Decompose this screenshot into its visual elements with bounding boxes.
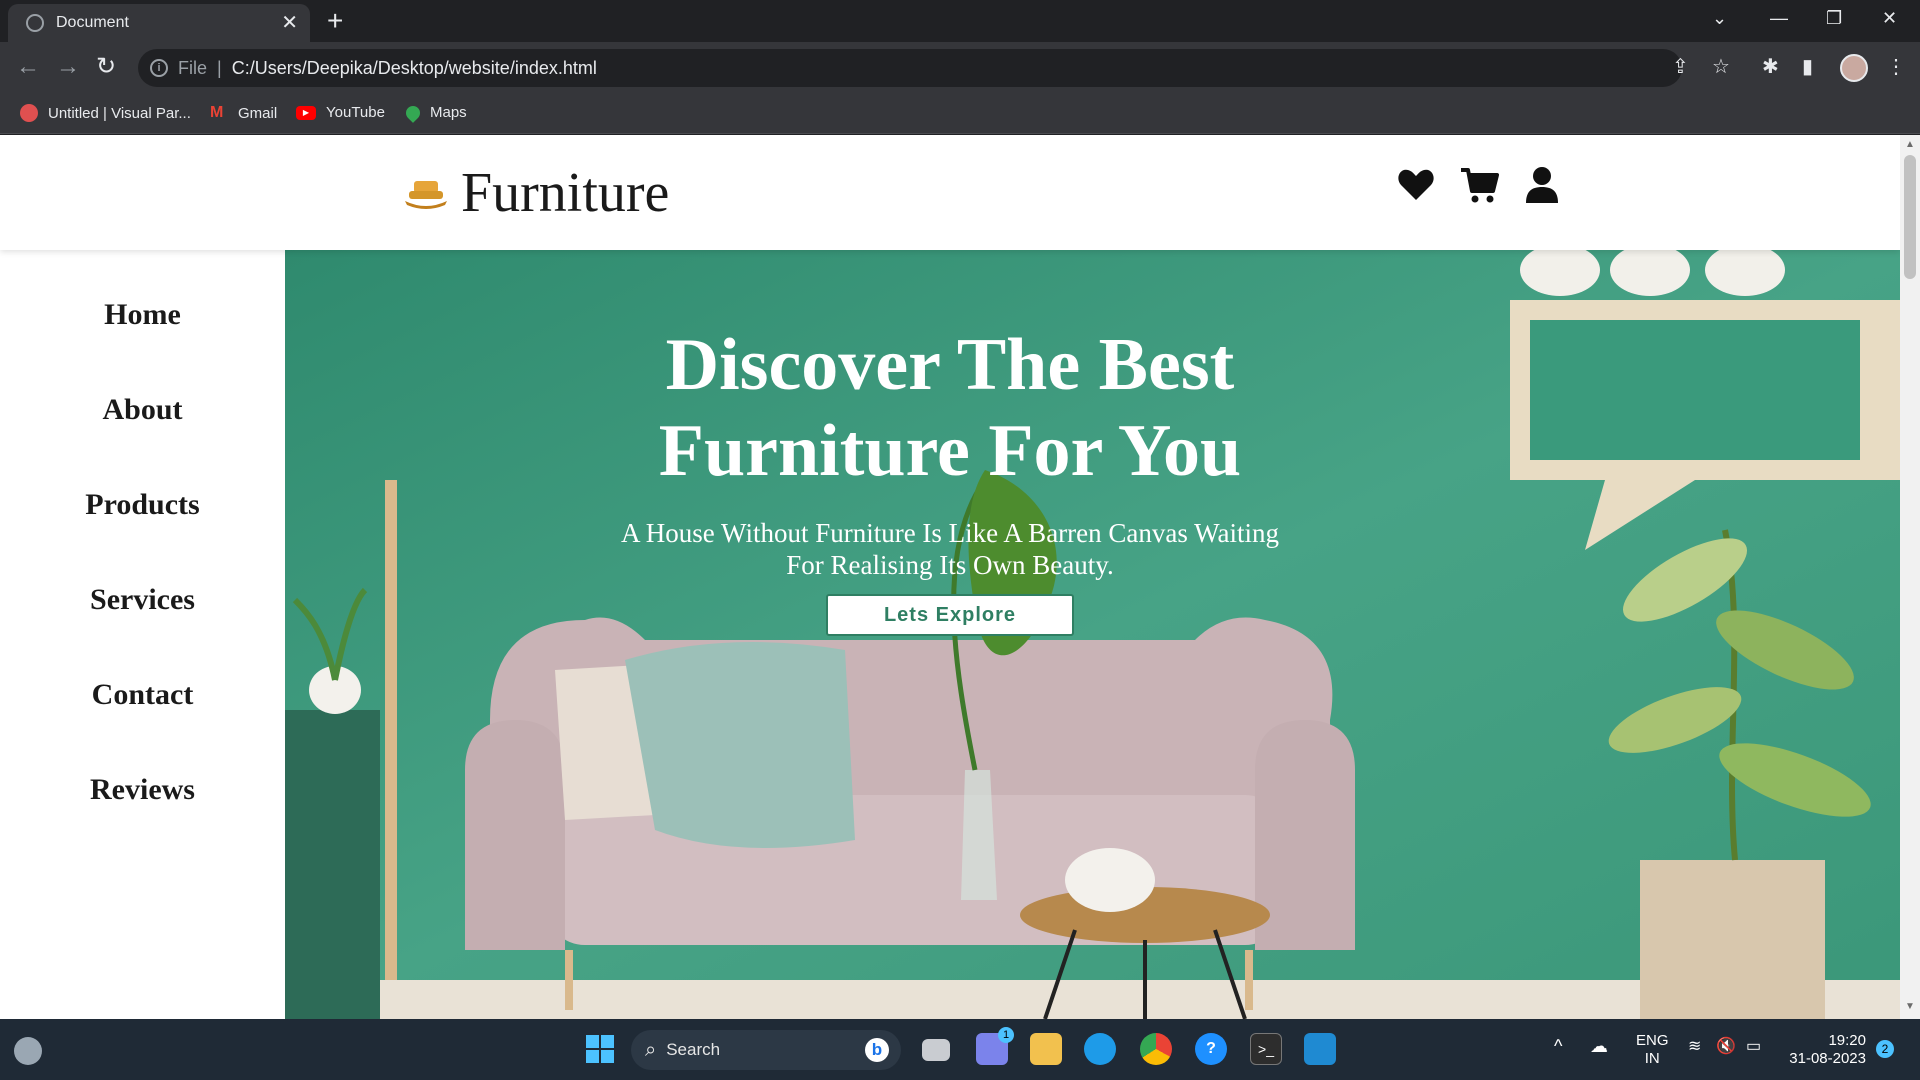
nav-products[interactable]: Products — [0, 488, 285, 522]
nav-home[interactable]: Home — [0, 298, 285, 332]
terminal-icon[interactable]: >_ — [1250, 1033, 1282, 1065]
bookmark-visual-paradigm[interactable]: Untitled | Visual Par... — [20, 104, 191, 122]
user-icon[interactable] — [1522, 165, 1562, 205]
lets-explore-button[interactable]: Lets Explore — [826, 594, 1074, 636]
clock-time: 19:20 — [1828, 1032, 1866, 1049]
cart-icon[interactable] — [1460, 165, 1500, 205]
tab-strip: Document ✕ + ⌄ — ❐ ✕ — [0, 0, 1920, 42]
clock-date: 31-08-2023 — [1789, 1050, 1866, 1067]
side-navigation: Home About Products Services Contact Rev… — [0, 250, 285, 1019]
close-window-button[interactable]: ✕ — [1882, 8, 1897, 29]
bookmark-maps[interactable]: Maps — [403, 102, 467, 123]
battery-icon[interactable]: ▭ — [1746, 1038, 1761, 1056]
teams-badge: 1 — [998, 1027, 1014, 1043]
new-tab-button[interactable]: + — [327, 6, 343, 36]
browser-toolbar: ← → ↻ i File | C:/Users/Deepika/Desktop/… — [0, 42, 1920, 94]
get-help-icon[interactable]: ? — [1195, 1033, 1227, 1065]
tab-search-icon[interactable]: ⌄ — [1712, 8, 1727, 29]
address-separator: | — [217, 57, 222, 78]
show-hidden-icons-icon[interactable]: ^ — [1554, 1037, 1562, 1055]
wifi-icon[interactable]: ≋ — [1688, 1038, 1701, 1056]
volume-muted-icon[interactable]: 🔇 — [1716, 1038, 1736, 1056]
language-line-2: IN — [1644, 1050, 1660, 1067]
task-view-icon[interactable] — [922, 1039, 950, 1061]
hero-title-line-1: Discover The Best — [665, 324, 1235, 406]
address-url[interactable]: C:/Users/Deepika/Desktop/website/index.h… — [232, 58, 597, 79]
chrome-icon[interactable] — [1140, 1033, 1172, 1065]
logo-text: Furniture — [461, 162, 670, 224]
site-logo[interactable]: Furniture — [405, 161, 669, 225]
browser-tab[interactable]: Document ✕ — [8, 4, 310, 42]
clock[interactable]: 19:20 31-08-2023 — [1786, 1032, 1866, 1068]
edge-icon[interactable] — [1084, 1033, 1116, 1065]
nav-reviews[interactable]: Reviews — [0, 773, 285, 807]
forward-icon[interactable]: → — [56, 50, 80, 84]
bookmark-youtube[interactable]: ▶ YouTube — [296, 104, 385, 121]
notification-badge[interactable]: 2 — [1876, 1040, 1894, 1058]
sofa-logo-icon — [405, 181, 447, 209]
site-info-icon[interactable]: i — [150, 59, 168, 77]
globe-icon — [26, 14, 44, 32]
tab-title: Document — [56, 14, 129, 31]
hero-subtitle-line-2: For Realising Its Own Beauty. — [786, 550, 1114, 580]
gmail-icon: M — [210, 104, 224, 121]
vscode-icon[interactable] — [1304, 1033, 1336, 1065]
youtube-icon: ▶ — [296, 105, 316, 120]
hero-section: Discover The Best Furniture For You A Ho… — [285, 250, 1900, 1019]
bookmark-label: Untitled | Visual Par... — [48, 104, 191, 122]
hero-subtitle-line-1: A House Without Furniture Is Like A Barr… — [621, 518, 1279, 548]
site-header: Furniture — [0, 135, 1900, 250]
bookmark-label: YouTube — [326, 104, 385, 121]
web-page: Furniture Home About Products Services C… — [0, 135, 1900, 1019]
side-panel-icon[interactable]: ▮ — [1802, 54, 1813, 79]
maps-icon — [403, 102, 423, 123]
bookmark-star-icon[interactable]: ☆ — [1712, 54, 1730, 79]
taskbar-search[interactable]: ⌕ Search b — [631, 1030, 901, 1070]
visual-paradigm-icon — [20, 104, 38, 122]
scroll-up-icon[interactable]: ▲ — [1905, 139, 1915, 150]
windows-start-icon[interactable] — [584, 1033, 616, 1065]
file-explorer-icon[interactable] — [1030, 1033, 1062, 1065]
address-bar[interactable]: i File | C:/Users/Deepika/Desktop/websit… — [138, 49, 1682, 87]
scroll-down-icon[interactable]: ▼ — [1905, 1001, 1915, 1012]
bing-icon: b — [865, 1038, 889, 1062]
scrollbar-thumb[interactable] — [1904, 155, 1916, 279]
close-tab-icon[interactable]: ✕ — [281, 13, 298, 33]
bookmark-label: Gmail — [238, 104, 278, 122]
language-line-1: ENG — [1636, 1032, 1669, 1049]
reload-icon[interactable]: ↻ — [96, 50, 116, 84]
extensions-icon[interactable]: ✱ — [1762, 54, 1779, 79]
profile-avatar[interactable] — [1840, 54, 1868, 82]
nav-about[interactable]: About — [0, 393, 285, 427]
share-icon[interactable]: ⇪ — [1672, 54, 1689, 79]
bookmark-label: Maps — [430, 104, 467, 121]
teams-icon[interactable]: 1 — [976, 1027, 1014, 1065]
nav-contact[interactable]: Contact — [0, 678, 285, 712]
onedrive-icon[interactable]: ☁ — [1590, 1037, 1608, 1055]
minimize-button[interactable]: — — [1770, 8, 1788, 29]
hero-title-line-2: Furniture For You — [658, 410, 1242, 492]
language-indicator[interactable]: ENG IN — [1636, 1032, 1669, 1068]
back-icon[interactable]: ← — [16, 50, 40, 84]
weather-icon[interactable] — [14, 1037, 42, 1065]
search-label: Search — [666, 1040, 721, 1059]
windows-taskbar: ⌕ Search b 1 ? >_ ^ ☁ ENG IN ≋ 🔇 ▭ 19:20… — [0, 1019, 1920, 1080]
address-scheme: File — [178, 57, 208, 78]
nav-services[interactable]: Services — [0, 583, 285, 617]
menu-icon[interactable]: ⋮ — [1886, 54, 1906, 79]
page-scrollbar[interactable]: ▲ ▼ — [1900, 135, 1920, 1019]
restore-button[interactable]: ❐ — [1826, 8, 1842, 29]
search-icon: ⌕ — [645, 1038, 657, 1061]
bookmark-gmail[interactable]: M Gmail — [210, 104, 277, 122]
heart-icon[interactable] — [1396, 165, 1436, 205]
bookmarks-bar: Untitled | Visual Par... M Gmail ▶ YouTu… — [0, 94, 1920, 134]
